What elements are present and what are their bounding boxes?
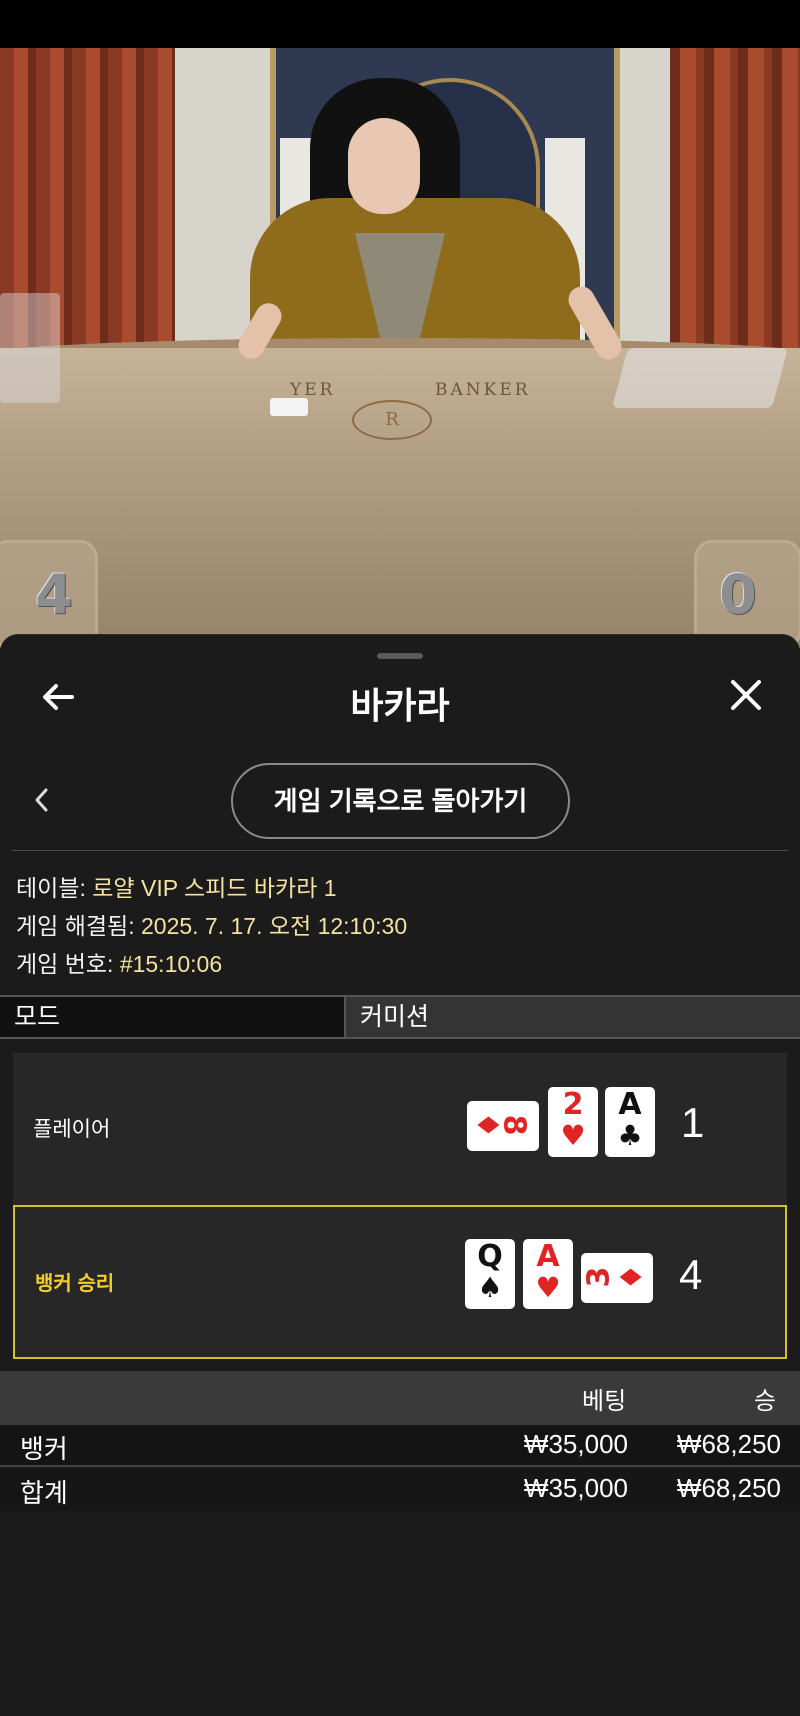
total-win-amount: ₩68,250 <box>676 1473 781 1503</box>
game-number-label: 게임 번호: <box>16 951 120 977</box>
card-rank: 3 <box>581 1266 617 1288</box>
banker-card-3: 3 ♦ <box>581 1253 653 1303</box>
resolved-label: 게임 해결됨: <box>16 913 141 939</box>
page-title: 바카라 <box>350 685 450 726</box>
table-label: 테이블: <box>16 875 93 901</box>
total-bet-amount: ₩35,000 <box>523 1473 628 1503</box>
card-rank: A <box>536 1239 560 1274</box>
felt-logo: R <box>352 400 432 440</box>
live-dealer-video: YER BANKER R 4 0 <box>0 48 800 648</box>
card-suit: ♠ <box>477 1271 503 1304</box>
status-bar <box>0 0 800 48</box>
table-card <box>270 398 308 416</box>
game-detail-sheet: 바카라 게임 기록으로 돌아가기 테이블: 로얄 VIP 스피드 바카라 1 게… <box>0 634 800 1716</box>
banker-card-2: A ♥ <box>523 1239 573 1309</box>
player-card-3: A ♣ <box>605 1087 655 1157</box>
bet-name: 뱅커 <box>20 1434 68 1464</box>
close-icon[interactable] <box>726 675 766 715</box>
player-card-2: 2 ♥ <box>548 1087 598 1157</box>
mode-value: 커미션 <box>346 997 800 1037</box>
total-name: 합계 <box>20 1478 68 1508</box>
felt-player-label: YER <box>290 380 336 400</box>
player-total: 1 <box>681 1099 705 1146</box>
card-rank: 2 <box>562 1087 584 1122</box>
table-info: 테이블: 로얄 VIP 스피드 바카라 1 <box>16 869 337 903</box>
dealer-face <box>348 118 420 214</box>
card-suit: ♥ <box>560 1119 586 1152</box>
divider <box>12 850 788 851</box>
bets-table-header: 베팅 승 <box>0 1371 800 1425</box>
drag-handle[interactable] <box>377 653 423 659</box>
card-suit: ♦ <box>614 1263 650 1291</box>
card-rank: Q <box>477 1239 503 1274</box>
card-rank: A <box>618 1087 642 1122</box>
resolved-info: 게임 해결됨: 2025. 7. 17. 오전 12:10:30 <box>16 907 407 941</box>
game-number-info: 게임 번호: #15:10:06 <box>16 945 222 979</box>
discard-tray <box>0 293 60 403</box>
card-suit: ♥ <box>535 1271 561 1304</box>
bet-column-header: 베팅 <box>582 1388 627 1415</box>
card-suit: ♣ <box>617 1119 643 1152</box>
banker-win-label: 뱅커 승리 <box>35 1273 115 1295</box>
player-hand: 플레이어 ♦ 8 2 ♥ A ♣ 1 <box>13 1053 787 1207</box>
table-row: 뱅커 ₩35,000 ₩68,250 <box>0 1425 800 1467</box>
win-column-header: 승 <box>754 1388 777 1415</box>
banker-card-1: Q ♠ <box>465 1239 515 1309</box>
player-score-box: 4 <box>0 540 98 648</box>
player-hand-label: 플레이어 <box>33 1118 111 1141</box>
mode-label: 모드 <box>0 997 346 1037</box>
banker-hand: 뱅커 승리 Q ♠ A ♥ 3 ♦ 4 <box>13 1205 787 1359</box>
player-score: 4 <box>35 563 73 626</box>
card-shoe <box>611 348 789 408</box>
chevron-left-icon[interactable] <box>30 785 54 815</box>
card-rank: 8 <box>496 1114 532 1136</box>
felt-banker-label: BANKER <box>435 380 531 400</box>
curtain-right <box>670 48 800 378</box>
mode-row: 모드 커미션 <box>0 995 800 1039</box>
table-value: 로얄 VIP 스피드 바카라 1 <box>92 875 337 901</box>
game-number-value: #15:10:06 <box>119 951 223 977</box>
player-card-1: ♦ 8 <box>467 1101 539 1151</box>
banker-total: 4 <box>679 1251 703 1298</box>
table-row-total: 합계 ₩35,000 ₩68,250 <box>0 1469 800 1511</box>
banker-score: 0 <box>719 563 757 626</box>
resolved-value: 2025. 7. 17. 오전 12:10:30 <box>140 913 408 939</box>
back-to-history-button[interactable]: 게임 기록으로 돌아가기 <box>231 763 570 839</box>
banker-score-box: 0 <box>694 540 800 648</box>
bet-amount: ₩35,000 <box>523 1429 628 1459</box>
win-amount: ₩68,250 <box>676 1429 781 1459</box>
